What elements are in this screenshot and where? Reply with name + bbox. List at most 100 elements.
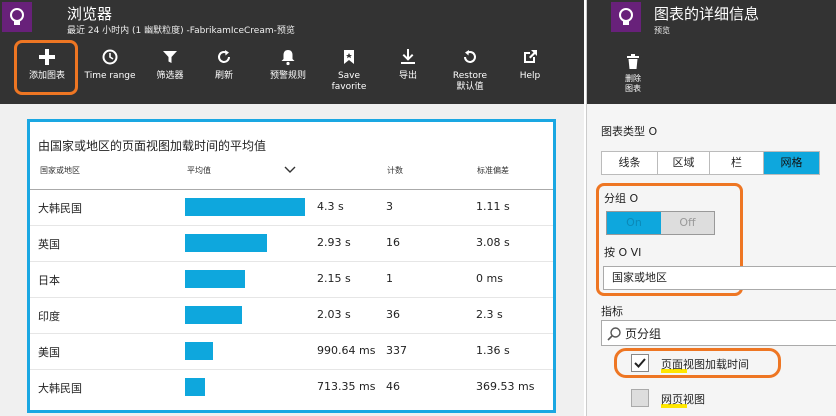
row-average: 4.3 s [317,200,344,213]
restore-icon [464,50,476,63]
restore-label: Restore [452,71,488,81]
chart-details-blade: 图表的详细信息 预览 删除 图表 图表类型 O 线条 区域 栏 网格 分组 O … [586,0,836,416]
row-count: 3 [386,200,393,213]
chart-type-area[interactable]: 区域 [658,152,710,174]
table-row[interactable]: 美国 990.64 ms 337 1.36 s [30,334,553,370]
toggle-on[interactable]: On [607,212,661,234]
group-by-select[interactable]: 国家或地区 [603,266,836,290]
help-button[interactable]: Help [512,48,548,100]
chart-type-line[interactable]: 线条 [602,152,658,174]
row-bar [185,306,242,324]
toggle-off[interactable]: Off [661,212,714,234]
table-row[interactable]: 印度 2.03 s 36 2.3 s [30,298,553,334]
row-std-dev: 2.3 s [476,308,503,321]
time-range-label: Time range [84,71,136,81]
column-header-average[interactable]: 平均值 [187,165,211,176]
filter-button[interactable]: 筛选器 [146,48,194,100]
row-country: 大韩民国 [38,202,82,215]
group-by-label: 按 O VI [604,246,642,259]
grouping-toggle[interactable]: On Off [606,211,715,235]
row-std-dev: 0 ms [476,272,503,285]
export-button[interactable]: 导出 [390,48,426,100]
row-std-dev: 1.36 s [476,344,510,357]
refresh-icon [218,50,230,63]
save-favorite-label2: favorite [331,82,367,92]
restore-label2: 默认值 [456,82,484,92]
external-link-icon [524,50,537,63]
explorer-header: 浏览器 最近 24 小时内 (1 幽默粒度) -FabrikamIceCream… [0,0,584,104]
metrics-search-value: 页分组 [625,327,662,341]
row-average: 2.15 s [317,272,351,285]
export-label: 导出 [398,71,417,81]
row-count: 16 [386,236,400,249]
save-favorite-label: Save [337,71,361,81]
row-country: 英国 [38,238,60,251]
save-favorite-button[interactable]: Save favorite [326,48,372,100]
explorer-subtitle: 最近 24 小时内 (1 幽默粒度) -FabrikamIceCream-预览 [67,26,295,36]
checkmark-icon [634,358,646,368]
lightbulb-icon [2,2,32,32]
row-bar [185,270,245,288]
chart-type-bar[interactable]: 栏 [710,152,764,174]
download-icon [401,49,415,64]
help-label: Help [519,71,541,81]
column-header-count[interactable]: 计数 [387,165,403,176]
row-std-dev: 3.08 s [476,236,510,249]
table-row[interactable]: 日本 2.15 s 1 0 ms [30,262,553,298]
row-bar [185,378,205,396]
delete-chart-button[interactable]: 删除 图表 [613,54,653,94]
chart-type-grid[interactable]: 网格 [764,152,819,174]
row-count: 46 [386,380,400,393]
chart-details-header: 图表的详细信息 预览 删除 图表 [587,0,836,104]
chart-type-selector: 线条 区域 栏 网格 [601,151,820,175]
restore-defaults-button[interactable]: Restore 默认值 [446,48,494,100]
lightbulb-icon [611,2,641,32]
table-row[interactable]: 大韩民国 713.35 ms 46 369.53 ms [30,370,553,406]
explorer-title: 浏览器 [67,5,113,23]
metric-item-page-view-load-time[interactable]: 页面视图加载时间 [631,354,781,374]
grouping-label: 分组 O [604,192,639,205]
bell-icon [281,50,295,66]
row-std-dev: 1.11 s [476,200,510,213]
time-range-button[interactable]: Time range [82,48,138,100]
chart-type-label: 图表类型 O [601,125,658,138]
row-std-dev: 369.53 ms [476,380,535,393]
explorer-blade: 浏览器 最近 24 小时内 (1 幽默粒度) -FabrikamIceCream… [0,0,584,416]
row-average: 990.64 ms [317,344,376,357]
row-average: 2.93 s [317,236,351,249]
chevron-down-icon[interactable] [284,164,296,174]
metric-label: 网页视图 [661,393,705,406]
metric-item-page-views[interactable]: 网页视图 [631,389,781,409]
delete-chart-label: 删除 [625,74,641,83]
metrics-search-input[interactable]: 页分组 [601,320,836,346]
alert-rules-button[interactable]: 预警规则 [262,48,314,100]
row-count: 337 [386,344,407,357]
metric-label: 页面视图加载时间 [661,358,749,371]
refresh-label: 刷新 [214,71,233,81]
chart-panel[interactable]: 由国家或地区的页面视图加载时间的平均值 国家或地区 平均值 计数 标准偏差 大韩… [27,119,556,413]
clock-icon [102,49,118,65]
row-bar [185,234,267,252]
chart-title: 由国家或地区的页面视图加载时间的平均值 [38,139,267,153]
column-header-country[interactable]: 国家或地区 [40,165,80,176]
metric-checkbox-checked[interactable] [631,354,649,372]
row-country: 美国 [38,346,60,359]
alert-rules-label: 预警规则 [269,71,306,81]
table-row[interactable]: 大韩民国 4.3 s 3 1.11 s [30,190,553,226]
metric-checkbox-unchecked[interactable] [631,389,649,407]
search-icon [607,327,621,341]
row-bar [185,198,305,216]
row-count: 36 [386,308,400,321]
chart-details-subtitle: 预览 [654,26,670,35]
delete-chart-label2: 图表 [625,84,641,93]
trash-icon [627,54,639,69]
filter-icon [163,51,177,63]
row-average: 713.35 ms [317,380,376,393]
add-chart-highlight [14,40,78,95]
bookmark-icon [344,50,354,64]
row-average: 2.03 s [317,308,351,321]
refresh-button[interactable]: 刷新 [206,48,242,100]
table-row[interactable]: 英国 2.93 s 16 3.08 s [30,226,553,262]
metrics-label: 指标 [601,305,623,318]
column-header-std-dev[interactable]: 标准偏差 [477,165,509,176]
